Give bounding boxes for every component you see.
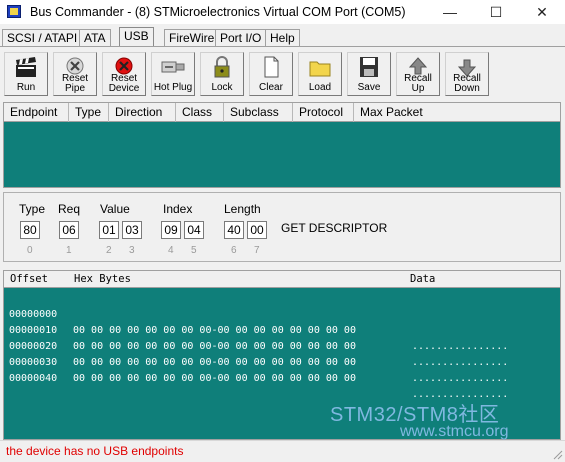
hex-row: 00000040	[9, 355, 549, 384]
resize-grip-icon[interactable]	[551, 448, 563, 460]
hex-row: 00000020 00 00 00 00 00 00 00 00-00 00 0…	[9, 323, 549, 384]
setup-byte-1-field[interactable]: 06	[59, 221, 79, 239]
recall-up-button[interactable]: Recall Up	[396, 52, 440, 96]
hot-plug-button[interactable]: Hot Plug	[151, 52, 195, 96]
reset-pipe-label-2: Pipe	[64, 83, 85, 94]
app-icon	[7, 4, 23, 20]
tab-strip: SCSI / ATAPI ATA USB FireWire Port I/O H…	[0, 27, 565, 46]
reset-pipe-button[interactable]: Reset Pipe	[53, 52, 97, 96]
request-name: GET DESCRIPTOR	[281, 221, 388, 235]
clear-button[interactable]: Clear	[249, 52, 293, 96]
status-message: the device has no USB endpoints	[6, 444, 184, 458]
type-label: Type	[19, 202, 46, 216]
byte-index-2: 2	[106, 245, 112, 256]
tab-firewire[interactable]: FireWire	[164, 29, 220, 46]
column-header-endpoint[interactable]: Endpoint	[4, 103, 69, 122]
recall-up-label-2: Up	[411, 83, 425, 94]
lock-label: Lock	[211, 82, 233, 93]
endpoint-table[interactable]: Endpoint Type Direction Class Subclass P…	[3, 102, 561, 188]
hex-row: 00000030 00 00 00 00 00 00 00 00-00 00 0…	[9, 339, 549, 400]
length-label: Length	[224, 202, 261, 216]
data-header: Data	[410, 273, 436, 285]
usb-plug-icon	[161, 61, 185, 73]
byte-index-6: 6	[231, 245, 237, 256]
column-header-max-packet[interactable]: Max Packet	[354, 103, 560, 122]
endpoint-table-header: Endpoint Type Direction Class Subclass P…	[4, 103, 560, 122]
column-header-direction[interactable]: Direction	[109, 103, 176, 122]
tab-help[interactable]: Help	[265, 29, 300, 46]
setup-byte-2-field[interactable]: 01	[99, 221, 119, 239]
byte-index-1: 1	[66, 245, 72, 256]
window-controls: — ☐ ✕	[427, 0, 565, 24]
load-label: Load	[308, 82, 332, 93]
close-button[interactable]: ✕	[519, 0, 565, 24]
hex-bytes-header: Hex Bytes	[74, 273, 131, 285]
blank-page-icon	[264, 56, 279, 78]
hex-row-bytes: 00 00 00 00 00 00 00 00-00 00 00 00 00 0…	[73, 373, 356, 384]
hex-row-ascii: ................	[412, 373, 509, 384]
tab-ata[interactable]: ATA	[79, 29, 111, 46]
close-icon: ✕	[536, 3, 548, 20]
run-label: Run	[16, 82, 36, 93]
index-label: Index	[163, 202, 193, 216]
toolbar: Run Reset Pipe Reset Device Hot Plug Loc…	[0, 50, 565, 96]
column-header-class[interactable]: Class	[176, 103, 224, 122]
hex-row: 00000010 00 00 00 00 00 00 00 00-00 00 0…	[9, 307, 549, 368]
column-header-protocol[interactable]: Protocol	[293, 103, 354, 122]
recall-down-label-2: Down	[454, 83, 480, 94]
byte-index-3: 3	[129, 245, 135, 256]
maximize-icon: ☐	[489, 3, 503, 20]
hex-row-offset: 00000040	[9, 373, 58, 384]
save-label: Save	[357, 82, 381, 93]
tab-divider	[0, 46, 565, 47]
hex-row: 00000000 00 00 00 00 00 00 00 00-00 00 0…	[9, 291, 549, 352]
setup-byte-3-field[interactable]: 03	[122, 221, 142, 239]
recall-down-button[interactable]: Recall Down	[445, 52, 489, 96]
byte-index-5: 5	[191, 245, 197, 256]
run-button[interactable]: Run	[4, 52, 48, 96]
column-header-type[interactable]: Type	[69, 103, 109, 122]
reset-device-label-2: Device	[108, 83, 140, 94]
floppy-disk-icon	[360, 57, 378, 77]
lock-button[interactable]: Lock	[200, 52, 244, 96]
clapperboard-icon	[16, 57, 36, 77]
byte-index-0: 0	[27, 245, 33, 256]
hex-dump-header: Offset Hex Bytes Data	[4, 271, 560, 288]
minimize-button[interactable]: —	[427, 0, 473, 24]
hot-plug-label: Hot Plug	[153, 82, 193, 93]
setup-packet-panel: Type Req Value Index Length 80 06 01 03 …	[3, 192, 561, 262]
folder-icon	[309, 61, 331, 77]
lock-icon	[214, 56, 230, 78]
reset-device-button[interactable]: Reset Device	[102, 52, 146, 96]
setup-byte-4-field[interactable]: 09	[161, 221, 181, 239]
setup-byte-5-field[interactable]: 04	[184, 221, 204, 239]
status-bar: the device has no USB endpoints	[0, 440, 565, 462]
load-button[interactable]: Load	[298, 52, 342, 96]
window-title: Bus Commander - (8) STMicroelectronics V…	[30, 5, 406, 19]
setup-byte-7-field[interactable]: 00	[247, 221, 267, 239]
clear-label: Clear	[259, 82, 283, 93]
minimize-icon: —	[443, 4, 457, 20]
tab-usb[interactable]: USB	[119, 27, 154, 46]
tab-port-io[interactable]: Port I/O	[215, 29, 267, 46]
value-label: Value	[100, 202, 130, 216]
setup-byte-0-field[interactable]: 80	[20, 221, 40, 239]
setup-byte-6-field[interactable]: 40	[224, 221, 244, 239]
maximize-button[interactable]: ☐	[473, 0, 519, 24]
byte-index-4: 4	[168, 245, 174, 256]
save-button[interactable]: Save	[347, 52, 391, 96]
tab-scsi-atapi[interactable]: SCSI / ATAPI	[2, 29, 83, 46]
byte-index-7: 7	[254, 245, 260, 256]
title-bar: Bus Commander - (8) STMicroelectronics V…	[0, 0, 565, 24]
req-label: Req	[58, 202, 81, 216]
watermark-url: www.stmcu.org	[400, 423, 509, 440]
column-header-subclass[interactable]: Subclass	[224, 103, 293, 122]
hex-dump-rows: 00000000 00 00 00 00 00 00 00 00-00 00 0…	[9, 291, 549, 400]
offset-header: Offset	[10, 273, 48, 285]
